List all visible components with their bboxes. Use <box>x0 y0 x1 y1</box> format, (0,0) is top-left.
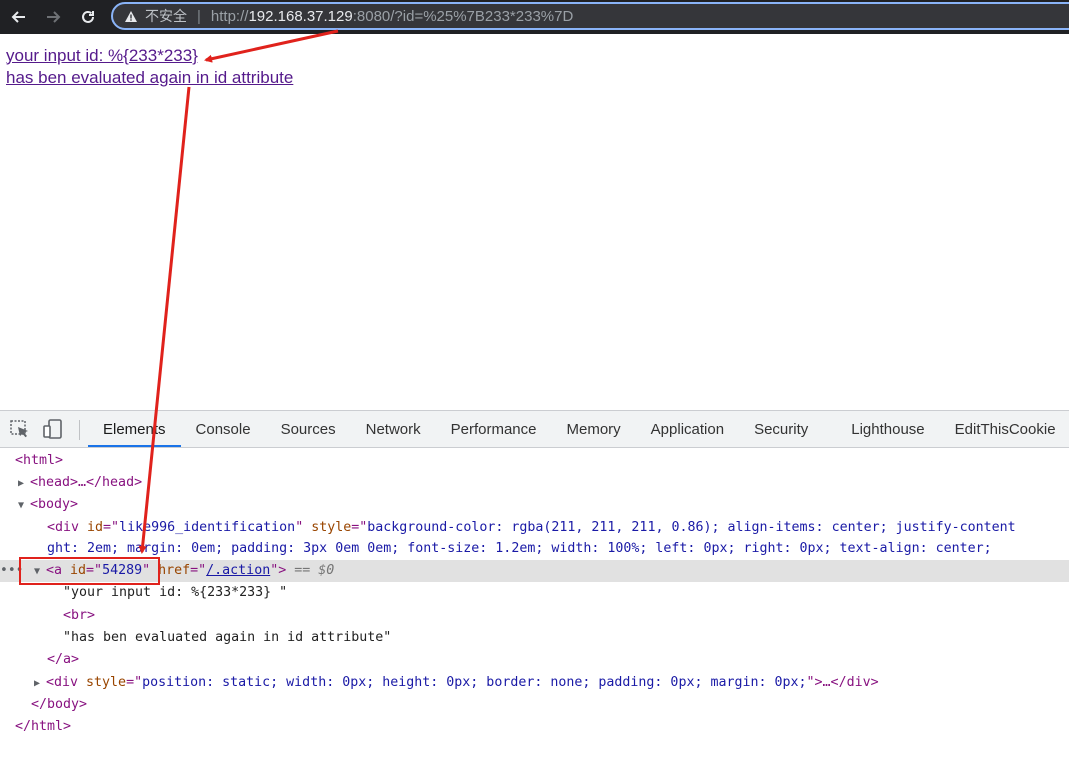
arrow-right-icon <box>47 11 61 23</box>
warning-icon <box>125 10 137 22</box>
page-link[interactable]: your input id: %{233*233} has ben evalua… <box>6 45 293 89</box>
tab-sources[interactable]: Sources <box>266 411 351 447</box>
not-secure-label: 不安全 <box>145 8 187 24</box>
dom-text-node-1[interactable]: "your input id: %{233*233} " <box>0 582 1069 604</box>
equals-quote: =" <box>126 675 143 690</box>
devtools-toolbar: Elements Console Sources Network Perform… <box>0 411 1069 448</box>
div2-style-value: position: static; width: 0px; height: 0p… <box>142 675 807 690</box>
html-close-tag: </html> <box>15 719 72 734</box>
a-close-bracket: "> <box>270 563 287 578</box>
collapse-triangle-icon[interactable]: ▼ <box>18 495 30 516</box>
quote: " <box>806 675 815 690</box>
tab-security[interactable]: Security <box>739 411 823 447</box>
tab-console[interactable]: Console <box>181 411 266 447</box>
tab-network[interactable]: Network <box>351 411 436 447</box>
div-style-continued: ght: 2em; margin: 0em; padding: 3px 0em … <box>47 541 992 556</box>
text-node-2: "has ben evaluated again in id attribute… <box>63 630 392 645</box>
inspect-element-icon[interactable] <box>9 419 31 439</box>
body-close-tag: </body> <box>31 697 88 712</box>
expand-triangle-icon[interactable]: ▶ <box>18 473 30 494</box>
url-text[interactable]: http://192.168.37.129:8080/?id=%25%7B233… <box>211 8 573 25</box>
annotation-highlight-box <box>19 557 160 585</box>
link-text-line1: your input id: %{233*233} <box>6 46 198 65</box>
dom-text-node-2[interactable]: "has ben evaluated again in id attribute… <box>0 627 1069 649</box>
reload-button[interactable] <box>75 4 101 30</box>
browser-toolbar: 不安全 | http://192.168.37.129:8080/?id=%25… <box>0 0 1069 34</box>
dom-node-a-close[interactable]: </a> <box>0 649 1069 671</box>
forward-button[interactable] <box>40 4 66 30</box>
equals-quote: =" <box>103 520 120 535</box>
url-host: 192.168.37.129 <box>248 7 353 25</box>
div-id-value: like996_identification <box>119 520 296 535</box>
url-scheme: http:// <box>210 7 249 25</box>
a-close-tag: </a> <box>47 652 80 667</box>
reload-icon <box>82 10 94 23</box>
dom-node-body-close[interactable]: </body> <box>0 694 1069 716</box>
expand-triangle-icon[interactable]: ▶ <box>34 673 46 694</box>
dom-node-div-identification[interactable]: <div id="like996_identification" style="… <box>0 517 1069 539</box>
security-indicator[interactable]: 不安全 <box>113 6 187 26</box>
dom-node-div-static[interactable]: ▶ <div style="position: static; width: 0p… <box>0 672 1069 694</box>
div2-open: <div <box>46 675 87 690</box>
equals-quote: =" <box>190 563 207 578</box>
div2-attr-style: style <box>86 675 127 690</box>
div-attr-style: style <box>311 520 352 535</box>
div-style-value: background-color: rgba(211, 211, 211, 0.… <box>367 520 1016 535</box>
text-node-1: "your input id: %{233*233} " <box>63 585 288 600</box>
div2-tail: >…</div> <box>814 675 879 690</box>
dom-node-div-style-continued: ght: 2em; margin: 0em; padding: 3px 0em … <box>0 538 1069 560</box>
a-href-value[interactable]: /.action <box>206 563 270 578</box>
arrow-left-icon <box>11 11 25 23</box>
selected-node-marker: == $0 <box>294 563 335 578</box>
devtools-tabs: Elements Console Sources Network Perform… <box>88 411 1069 447</box>
back-button[interactable] <box>6 4 32 30</box>
address-bar[interactable]: 不安全 | http://192.168.37.129:8080/?id=%25… <box>111 2 1069 30</box>
dom-node-html[interactable]: <html> <box>0 450 1069 472</box>
tab-application[interactable]: Application <box>636 411 739 447</box>
link-text-line2: has ben evaluated again in id attribute <box>6 68 294 87</box>
head-tag: <head>…</head> <box>30 475 143 490</box>
div-attr-id: id <box>87 520 104 535</box>
equals-quote: =" <box>351 520 368 535</box>
url-path: :8080/?id=%25%7B233*233%7D <box>352 7 574 25</box>
tab-lighthouse[interactable]: Lighthouse <box>823 411 939 447</box>
quote: " <box>295 520 312 535</box>
body-open-tag: <body> <box>30 497 79 512</box>
dom-node-head[interactable]: ▶ <head>…</head> <box>0 472 1069 494</box>
div-open: <div <box>47 520 88 535</box>
dom-node-html-close[interactable]: </html> <box>0 716 1069 738</box>
tab-performance[interactable]: Performance <box>436 411 552 447</box>
tab-elements[interactable]: Elements <box>88 411 181 447</box>
separator: | <box>197 7 201 25</box>
tab-memory[interactable]: Memory <box>552 411 636 447</box>
device-toolbar-icon[interactable] <box>42 419 64 439</box>
dom-node-br[interactable]: <br> <box>0 605 1069 627</box>
a-attr-href: href <box>158 563 191 578</box>
toolbar-divider <box>79 420 80 440</box>
dom-node-a-selected[interactable]: ••• ▼ <a id="54289" href="/.action"> == $… <box>0 560 1069 582</box>
tab-editthiscookie[interactable]: EditThisCookie <box>940 411 1069 447</box>
html-open-tag: <html> <box>15 453 64 468</box>
br-tag: <br> <box>63 608 96 623</box>
dom-node-body[interactable]: ▼ <body> <box>0 494 1069 516</box>
